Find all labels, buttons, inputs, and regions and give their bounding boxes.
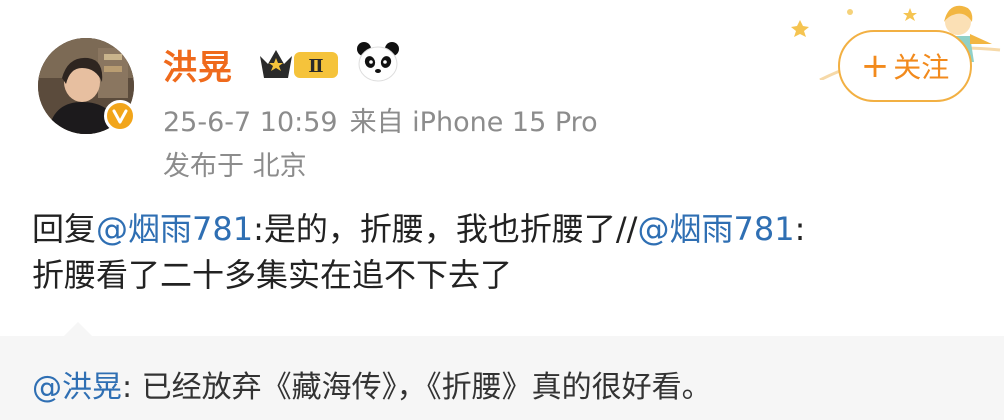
post-content: 回复@烟雨781:是的，折腰，我也折腰了//@烟雨781: 折腰看了二十多集实在追… bbox=[32, 206, 982, 298]
post-text: :是的，折腰，我也折腰了// bbox=[253, 210, 638, 248]
author-avatar[interactable] bbox=[38, 38, 136, 134]
author-name[interactable]: 洪晃 bbox=[163, 40, 233, 89]
svg-text:Ⅱ: Ⅱ bbox=[308, 56, 323, 77]
original-post-text: @洪晃: 已经放弃《藏海传》，《折腰》真的很好看。 bbox=[32, 362, 712, 406]
post-text: 折腰看了二十多集实在追不下去了 bbox=[32, 256, 513, 294]
verified-badge-icon bbox=[104, 100, 136, 132]
follow-button[interactable]: + 关注 bbox=[838, 30, 972, 102]
panel-pointer bbox=[64, 322, 92, 336]
panda-icon bbox=[356, 40, 400, 84]
reply-prefix: 回复 bbox=[32, 210, 97, 248]
mention-link[interactable]: @烟雨781 bbox=[637, 210, 794, 248]
post-header: 洪晃 Ⅱ 25-6-7 10:59 来自 iPhone 15 Pro 发布于 北京 bbox=[0, 0, 1004, 200]
original-post-panel[interactable]: @洪晃: 已经放弃《藏海传》，《折腰》真的很好看。 bbox=[0, 322, 1004, 420]
original-post-body: : 已经放弃《藏海传》，《折腰》真的很好看。 bbox=[122, 370, 712, 405]
plus-icon: + bbox=[860, 46, 890, 86]
post-meta: 25-6-7 10:59 来自 iPhone 15 Pro bbox=[163, 100, 598, 139]
post-location: 发布于 北京 bbox=[163, 151, 307, 182]
member-level-badge-icon[interactable]: Ⅱ bbox=[256, 44, 342, 82]
follow-button-label: 关注 bbox=[893, 51, 950, 84]
post-timestamp[interactable]: 25-6-7 10:59 bbox=[163, 107, 338, 138]
post-source: 来自 iPhone 15 Pro bbox=[349, 107, 598, 138]
mention-link[interactable]: @烟雨781 bbox=[96, 210, 253, 248]
mention-link[interactable]: @洪晃 bbox=[32, 370, 122, 405]
post-text: : bbox=[794, 210, 806, 248]
